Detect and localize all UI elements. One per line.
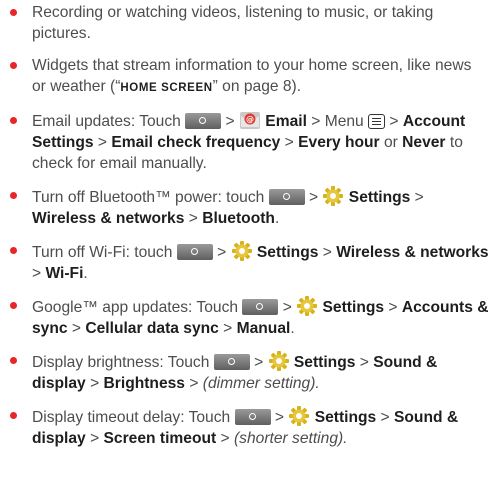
settings-gear-icon [323,186,344,206]
separator: > [359,354,369,371]
item-text: Display brightness: Touch [32,354,210,371]
path-step: Bluetooth [202,210,275,227]
path-step: Never [402,134,446,151]
item-text: . [83,265,88,282]
home-key-icon [234,409,271,425]
separator: > [32,265,42,282]
separator: > [274,409,284,426]
item-text: . [274,210,280,227]
separator: > [90,430,100,447]
settings-gear-icon [289,406,310,426]
document-page: Recording or watching videos, listening … [0,0,503,488]
bullet-dot [10,247,17,254]
separator: > [71,320,81,337]
home-key-icon [268,189,305,205]
path-step: Every hour [298,134,380,151]
bullet-dot [10,62,17,69]
list-item-brightness: Display brightness: Touch > Settings > S… [6,350,489,394]
svg-text:@: @ [246,115,254,124]
home-screen-reference: HOME SCREEN [120,82,213,94]
home-key-icon [213,354,250,370]
settings-label: Settings [322,299,385,316]
path-step: Cellular data sync [85,320,219,337]
list-item-email: Email updates: Touch > @ Email > Menu > … [6,110,489,174]
path-step: Wi-Fi [45,265,84,282]
item-text: . [290,320,295,337]
settings-gear-icon [231,241,252,261]
separator: > [97,134,107,151]
settings-label: Settings [348,189,411,206]
separator: > [225,113,235,130]
path-step: Screen timeout [103,430,217,447]
separator: > [389,113,399,130]
list-item-bluetooth: Turn off Bluetooth™ power: touch > Setti… [6,185,489,229]
settings-label: Settings [314,409,377,426]
path-step: Email check frequency [111,134,281,151]
separator: > [311,113,321,130]
item-text: Email updates: Touch [32,113,181,130]
separator: > [188,210,198,227]
list-item-media: Recording or watching videos, listening … [6,2,489,44]
bullet-dot [10,357,17,364]
menu-label: Menu [324,113,364,130]
separator: > [309,189,319,206]
separator: > [380,409,390,426]
item-text: ” on page 8). [212,78,302,95]
separator: > [223,320,233,337]
bullet-dot [10,9,17,16]
separator: > [90,375,100,392]
settings-gear-icon [268,351,289,371]
home-key-icon [185,113,222,129]
settings-label: Settings [256,244,319,261]
item-text: Turn off Wi-Fi: touch [32,244,173,261]
item-text: Recording or watching videos, listening … [32,4,434,42]
item-text: Turn off Bluetooth™ power: touch [32,189,265,206]
path-step: Brightness [103,375,185,392]
item-text: Google™ app updates: Touch [32,299,239,316]
list-item-timeout: Display timeout delay: Touch > Settings … [6,405,489,449]
setting-note: (shorter setting). [233,430,348,447]
path-step: Wireless & networks [336,244,489,261]
separator: > [220,430,230,447]
setting-note: (dimmer setting). [202,375,320,392]
email-icon: @ [239,112,260,129]
separator: > [254,354,264,371]
item-text: Display timeout delay: Touch [32,409,231,426]
bullet-dot [10,192,17,199]
separator: > [217,244,227,261]
menu-key-icon [368,114,386,129]
list-item-widgets: Widgets that stream information to your … [6,55,489,99]
item-text: or [383,134,398,151]
separator: > [282,299,292,316]
separator: > [414,189,424,206]
bullet-dot [10,302,17,309]
list-item-google-updates: Google™ app updates: Touch > Settings > … [6,295,489,339]
separator: > [189,375,199,392]
settings-label: Settings [293,354,356,371]
path-step: Manual [236,320,291,337]
separator: > [322,244,332,261]
separator: > [388,299,398,316]
separator: > [284,134,294,151]
path-step: Wireless & networks [32,210,185,227]
power-saving-tips-list: Recording or watching videos, listening … [6,2,489,449]
email-label: Email [265,113,307,130]
settings-gear-icon [297,296,318,316]
home-key-icon [176,244,213,260]
home-key-icon [242,299,279,315]
bullet-dot [10,412,17,419]
bullet-dot [10,117,17,124]
list-item-wifi: Turn off Wi-Fi: touch > Settings > Wirel… [6,240,489,284]
